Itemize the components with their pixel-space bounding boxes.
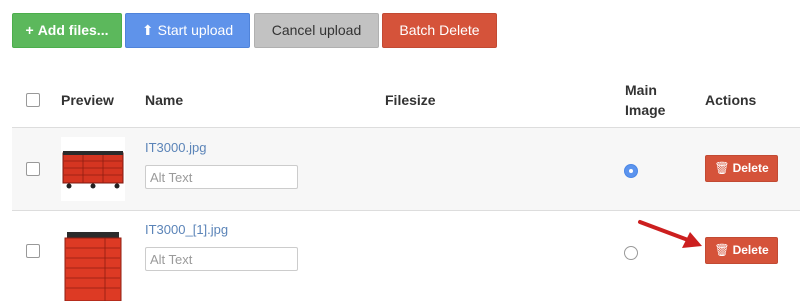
- trash-icon: 🗑: [714, 243, 730, 257]
- file-name-link[interactable]: IT3000.jpg: [145, 140, 206, 155]
- batch-delete-label: Batch Delete: [399, 22, 480, 38]
- select-all-checkbox[interactable]: [26, 93, 40, 107]
- delete-button[interactable]: 🗑 Delete: [705, 237, 778, 264]
- header-main-image-line2: Image: [625, 102, 666, 118]
- header-main-image-line1: Main: [625, 82, 657, 98]
- delete-label: Delete: [732, 243, 769, 257]
- main-image-radio[interactable]: [624, 164, 638, 178]
- header-actions: Actions: [705, 92, 757, 108]
- upload-icon: ⬆: [141, 22, 154, 38]
- row-checkbox[interactable]: [26, 244, 40, 258]
- delete-label: Delete: [732, 161, 769, 175]
- start-upload-button[interactable]: ⬆ Start upload: [125, 13, 250, 48]
- delete-button[interactable]: 🗑 Delete: [705, 155, 778, 182]
- row-divider: [12, 210, 800, 211]
- table-row: [12, 128, 800, 210]
- batch-delete-button[interactable]: Batch Delete: [382, 13, 497, 48]
- alt-text-input[interactable]: [145, 165, 298, 189]
- header-preview: Preview: [61, 92, 114, 108]
- annotation-arrow-icon: [638, 220, 702, 248]
- cancel-upload-label: Cancel upload: [271, 22, 362, 38]
- add-files-label: Add files...: [37, 22, 109, 38]
- plus-icon: +: [25, 22, 34, 38]
- header-filesize: Filesize: [385, 92, 436, 108]
- product-thumbnail: [61, 222, 125, 302]
- add-files-button[interactable]: + Add files...: [12, 13, 122, 48]
- alt-text-input[interactable]: [145, 247, 298, 271]
- header-name: Name: [145, 92, 184, 108]
- trash-icon: 🗑: [714, 161, 730, 175]
- cancel-upload-button[interactable]: Cancel upload: [254, 13, 379, 48]
- product-thumbnail: [61, 137, 125, 201]
- start-upload-label: Start upload: [157, 22, 234, 38]
- row-checkbox[interactable]: [26, 162, 40, 176]
- file-name-link[interactable]: IT3000_[1].jpg: [145, 222, 228, 237]
